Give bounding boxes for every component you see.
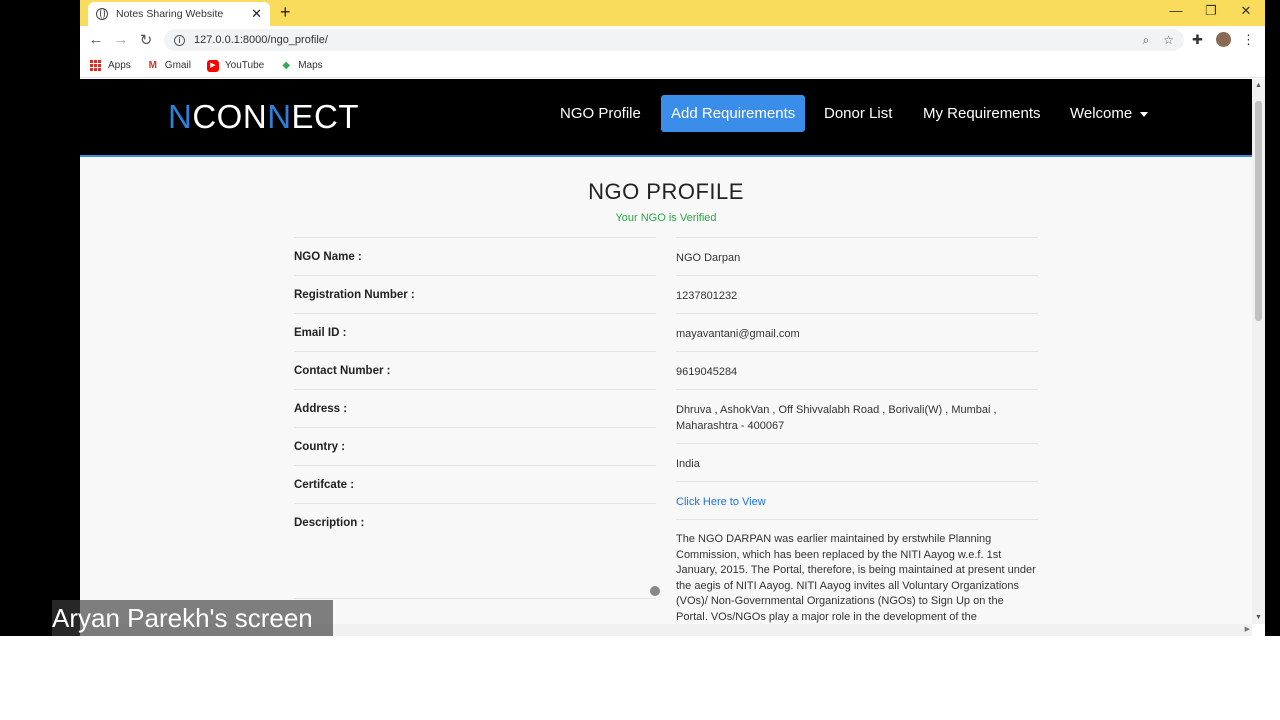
nav-my-requirements[interactable]: My Requirements xyxy=(913,95,1051,132)
bookmark-label: YouTube xyxy=(224,60,265,71)
certificate-link[interactable]: Click Here to View xyxy=(676,481,1038,519)
tab-title: Notes Sharing Website xyxy=(116,8,224,20)
field-value: 9619045284 xyxy=(676,351,1038,389)
forward-button[interactable]: → xyxy=(111,31,131,48)
nav-welcome-dropdown[interactable]: Welcome xyxy=(1060,95,1158,132)
apps-grid-icon xyxy=(90,59,102,72)
verified-status: Your NGO is Verified xyxy=(615,212,717,224)
field-value: Dhruva , AshokVan , Off Shivvalabh Road … xyxy=(676,389,1038,443)
field-label: Email ID : xyxy=(294,313,656,351)
field-label: Registration Number : xyxy=(294,275,656,313)
back-button[interactable]: ← xyxy=(86,31,106,48)
nav-add-requirements[interactable]: Add Requirements xyxy=(661,95,806,132)
scroll-down-icon[interactable]: ▼ xyxy=(1252,614,1265,621)
field-value: The NGO DARPAN was earlier maintained by… xyxy=(676,519,1038,624)
scroll-thumb[interactable] xyxy=(1255,101,1262,321)
gmail-icon: M xyxy=(148,59,157,71)
profile-content: NGO PROFILE Your NGO is Verified NGO Nam… xyxy=(80,159,1252,624)
bookmark-youtube[interactable]: ▶ YouTube xyxy=(206,59,265,72)
bookmark-label: Apps xyxy=(108,60,131,71)
extensions-icon[interactable]: ✚ xyxy=(1192,32,1203,48)
bookmark-gmail[interactable]: M Gmail xyxy=(147,60,191,72)
web-page: NCONNECT NGO Profile Add Requirements Do… xyxy=(80,79,1252,624)
field-value: 1237801232 xyxy=(676,275,1038,313)
browser-tab[interactable]: Notes Sharing Website ✕ xyxy=(88,2,270,26)
maps-icon: ◆ xyxy=(282,59,291,71)
new-tab-button[interactable]: + xyxy=(280,2,291,23)
vertical-scrollbar[interactable]: ▲ ▼ xyxy=(1252,79,1265,624)
url-text: 127.0.0.1:8000/ngo_profile/ xyxy=(194,34,328,46)
reload-button[interactable]: ↻ xyxy=(136,31,156,49)
bookmarks-bar: Apps M Gmail ▶ YouTube ◆ Maps xyxy=(80,54,1265,78)
field-label: Description : xyxy=(294,503,656,599)
shared-screen: Notes Sharing Website ✕ + — ❐ ✕ ← → ↻ i … xyxy=(0,0,1280,636)
field-label: Address : xyxy=(294,389,656,427)
youtube-icon: ▶ xyxy=(206,59,219,72)
screen-share-stage: Notes Sharing Website ✕ + — ❐ ✕ ← → ↻ i … xyxy=(0,0,1280,720)
field-value: India xyxy=(676,443,1038,481)
scroll-right-icon[interactable]: ▶ xyxy=(1245,625,1250,633)
cursor-highlight xyxy=(650,586,660,596)
browser-toolbar: ← → ↻ i 127.0.0.1:8000/ngo_profile/ ⌕ ☆ … xyxy=(80,26,1265,54)
brand-logo[interactable]: NCONNECT xyxy=(168,98,359,136)
nav-donor-list[interactable]: Donor List xyxy=(814,95,902,132)
minimize-button[interactable]: — xyxy=(1165,3,1187,18)
field-label: Certifcate : xyxy=(294,465,656,503)
page-title: NGO PROFILE xyxy=(588,179,744,204)
bookmark-label: Maps xyxy=(298,60,323,71)
site-navbar: NCONNECT NGO Profile Add Requirements Do… xyxy=(80,79,1252,157)
zoom-icon[interactable]: ⌕ xyxy=(1143,33,1150,48)
globe-icon xyxy=(96,8,108,20)
tab-strip: Notes Sharing Website ✕ + — ❐ ✕ xyxy=(80,0,1265,26)
field-label: Country : xyxy=(294,427,656,465)
close-window-button[interactable]: ✕ xyxy=(1235,3,1257,19)
scroll-up-icon[interactable]: ▲ xyxy=(1252,82,1265,89)
bookmark-label: Gmail xyxy=(164,60,191,71)
profile-avatar[interactable] xyxy=(1216,32,1231,47)
field-label: NGO Name : xyxy=(294,237,656,275)
bookmark-maps[interactable]: ◆ Maps xyxy=(280,60,322,72)
bookmark-apps[interactable]: Apps xyxy=(90,59,131,72)
browser-window: Notes Sharing Website ✕ + — ❐ ✕ ← → ↻ i … xyxy=(80,0,1265,636)
caret-down-icon xyxy=(1140,111,1149,117)
nav-ngo-profile[interactable]: NGO Profile xyxy=(550,95,651,132)
field-value: mayavantani@gmail.com xyxy=(676,313,1038,351)
field-value: NGO Darpan xyxy=(676,237,1038,275)
field-label: Contact Number : xyxy=(294,351,656,389)
address-bar[interactable]: i 127.0.0.1:8000/ngo_profile/ ⌕ ☆ xyxy=(164,29,1184,51)
close-tab-icon[interactable]: ✕ xyxy=(251,6,262,22)
bookmark-star-icon[interactable]: ☆ xyxy=(1163,33,1174,47)
restore-button[interactable]: ❐ xyxy=(1200,3,1222,19)
info-icon[interactable]: i xyxy=(174,34,185,46)
menu-kebab-icon[interactable]: ⋮ xyxy=(1242,32,1255,48)
presenter-name-label: Aryan Parekh's screen xyxy=(52,600,333,636)
